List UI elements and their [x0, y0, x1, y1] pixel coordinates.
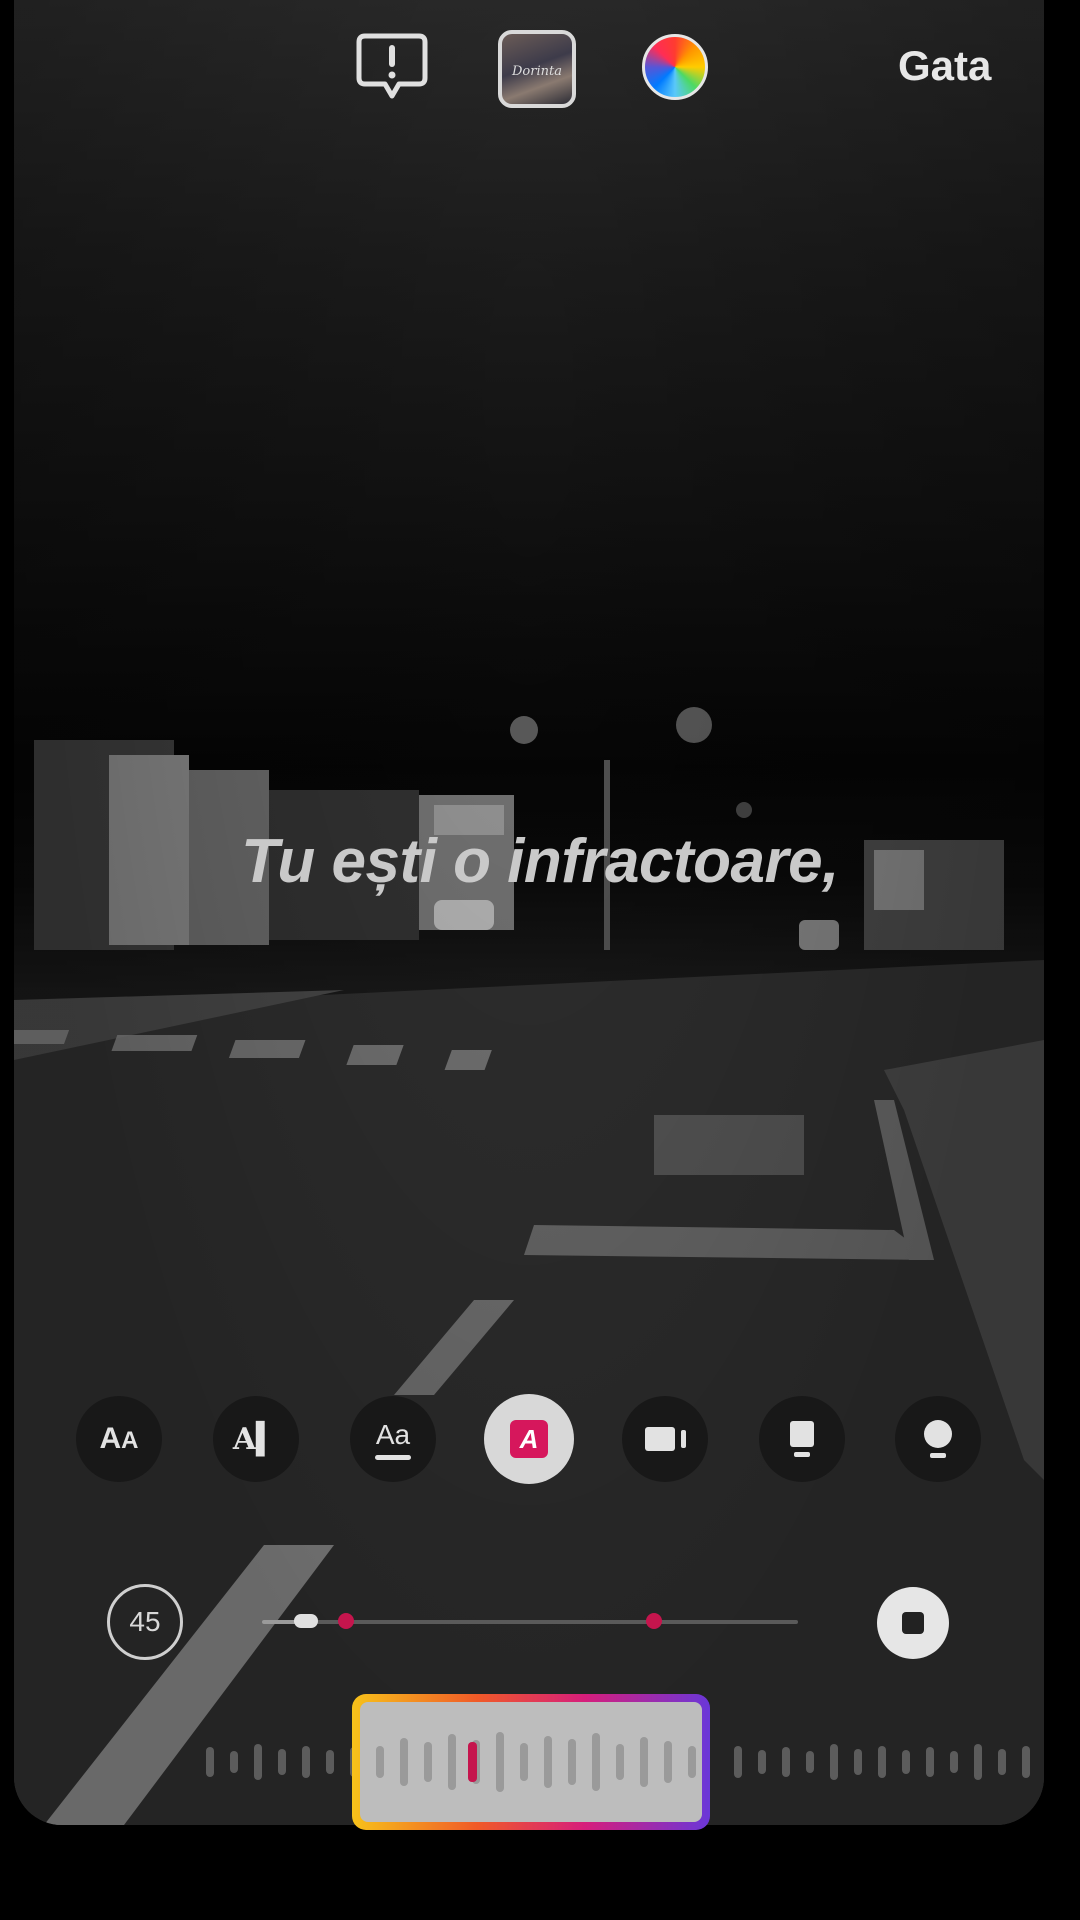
style-monitor-button[interactable] — [759, 1396, 845, 1482]
timeline-marker[interactable] — [338, 1613, 354, 1629]
style-underline-aa-icon: Aa — [375, 1419, 411, 1460]
style-bulb-icon — [924, 1420, 952, 1458]
waveform-bar — [230, 1751, 238, 1773]
report-button[interactable] — [355, 32, 429, 102]
waveform-bar — [950, 1751, 958, 1773]
waveform-bar — [758, 1750, 766, 1774]
style-screen-icon — [644, 1427, 686, 1451]
waveform-bar — [568, 1739, 576, 1785]
waveform-bar — [616, 1744, 624, 1780]
style-aa-button[interactable]: AA — [76, 1396, 162, 1482]
lyrics-caption[interactable]: Tu ești o infractoare, — [0, 826, 1080, 897]
waveform-bar — [782, 1747, 790, 1777]
waveform-bar — [878, 1746, 886, 1778]
story-canvas — [14, 0, 1044, 1825]
style-ai-icon: A▍ — [232, 1421, 280, 1457]
stop-icon — [902, 1612, 924, 1634]
waveform-bar — [278, 1749, 286, 1775]
waveform-bar — [806, 1751, 814, 1773]
style-highlight-a-icon: A — [510, 1420, 548, 1458]
waveform-bar — [854, 1749, 862, 1775]
waveform-bar — [688, 1746, 696, 1778]
style-ai-button[interactable]: A▍ — [213, 1396, 299, 1482]
waveform-cursor — [468, 1742, 477, 1782]
style-aa-icon: AA — [99, 1422, 139, 1455]
audio-clip-selector[interactable] — [352, 1694, 710, 1830]
waveform-bar — [376, 1746, 384, 1778]
style-screen-button[interactable] — [622, 1396, 708, 1482]
waveform-bar — [400, 1738, 408, 1786]
waveform-bar — [830, 1744, 838, 1780]
waveform-bar — [734, 1746, 742, 1778]
waveform-bar — [520, 1743, 528, 1781]
waveform-bar — [592, 1733, 600, 1791]
selected-waveform — [376, 1732, 696, 1792]
music-thumbnail[interactable]: Dorinta — [498, 30, 576, 108]
style-monitor-icon — [790, 1421, 814, 1457]
done-button[interactable]: Gata — [898, 42, 991, 90]
waveform-bar — [640, 1737, 648, 1787]
waveform-bar — [1022, 1746, 1030, 1778]
stop-button[interactable] — [877, 1587, 949, 1659]
style-highlight-button[interactable]: A — [484, 1394, 574, 1484]
waveform-bar — [206, 1747, 214, 1777]
waveform-bar — [326, 1750, 334, 1774]
waveform-bar — [496, 1732, 504, 1792]
music-thumbnail-text: Dorinta — [512, 64, 562, 79]
waveform-bar — [302, 1746, 310, 1778]
style-bulb-button[interactable] — [895, 1396, 981, 1482]
waveform-bar — [448, 1734, 456, 1790]
waveform-bar — [974, 1744, 982, 1780]
waveform-bar — [664, 1741, 672, 1783]
waveform-bar — [998, 1749, 1006, 1775]
color-wheel-icon[interactable] — [642, 34, 708, 100]
duration-counter[interactable]: 45 — [107, 1584, 183, 1660]
timeline-marker[interactable] — [646, 1613, 662, 1629]
waveform-bar — [424, 1742, 432, 1782]
waveform-bar — [902, 1750, 910, 1774]
style-underline-button[interactable]: Aa — [350, 1396, 436, 1482]
waveform-bar — [254, 1744, 262, 1780]
timeline-playhead[interactable] — [294, 1614, 318, 1628]
waveform-bar — [544, 1736, 552, 1788]
waveform-bar — [926, 1747, 934, 1777]
exclamation-bubble-icon — [356, 33, 428, 99]
